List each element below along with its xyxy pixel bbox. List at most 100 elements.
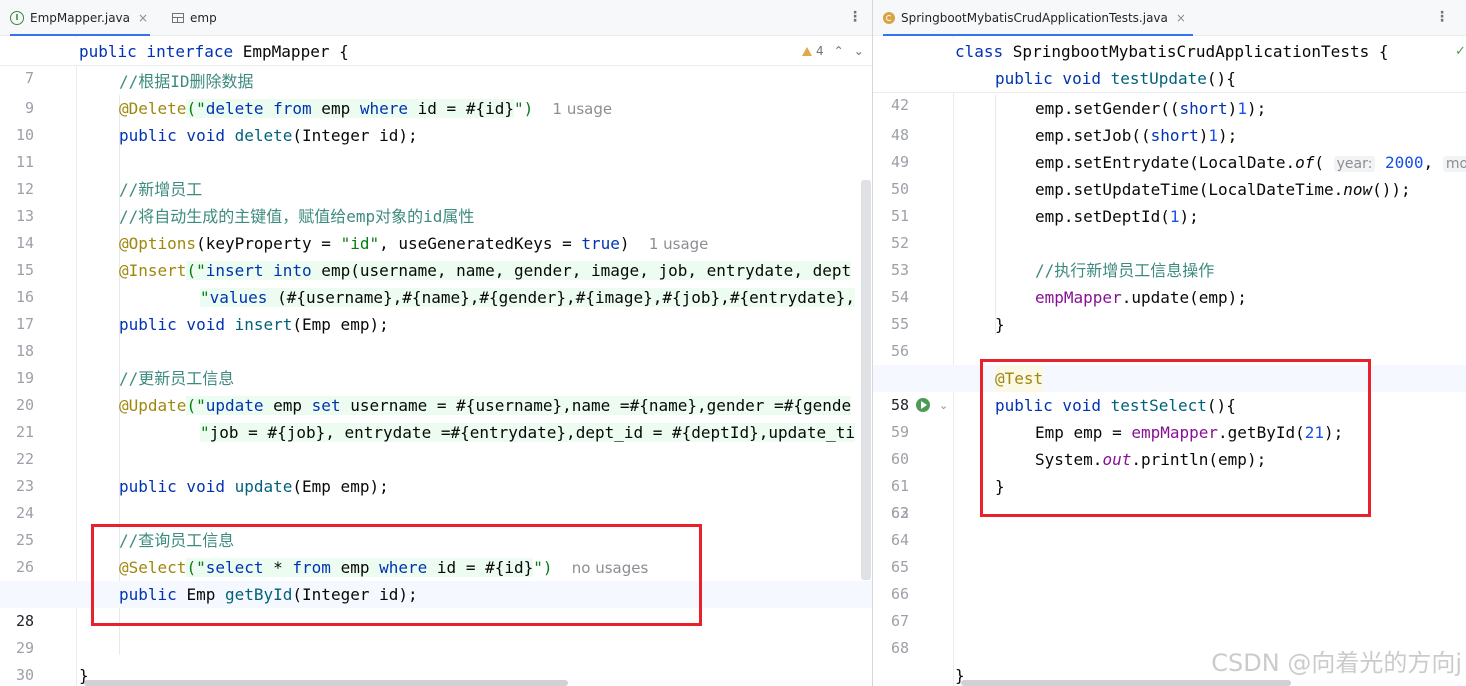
code-text: ( [1314, 153, 1324, 172]
code-line[interactable]: 16 @Insert("insert into emp(username, na… [0, 257, 872, 306]
chevron-up-icon[interactable]: ⌃ [834, 40, 844, 62]
code-text: ); [1246, 99, 1267, 118]
string: "id" [340, 234, 380, 253]
code-text: , [1423, 153, 1434, 172]
run-test-icon[interactable] [916, 398, 930, 412]
code-line[interactable]: 18 public void insert(Emp emp); [0, 311, 872, 360]
chevron-down-icon[interactable]: ⌄ [939, 392, 948, 419]
watermark: CSDN @向着光的方向j [1211, 649, 1462, 677]
line-number: 65 [890, 558, 909, 576]
tab-tests[interactable]: SpringbootMybatisCrudApplicationTests.ja… [883, 0, 1193, 36]
code-line[interactable]: 56 } [873, 311, 1466, 360]
code-text: emp.setGender(( [1035, 99, 1180, 118]
code-line[interactable]: 48 emp.setGender((short)1); [873, 95, 1466, 144]
method-name: testUpdate [1110, 69, 1207, 88]
usage-hint[interactable]: 1 usage [649, 235, 709, 253]
code-line[interactable]: 64 [873, 527, 1466, 554]
keyword: short [1179, 99, 1228, 118]
line-number: 63 [890, 504, 909, 522]
code-line[interactable]: 50 emp.setEntrydate(LocalDate.of( year: … [873, 149, 1466, 198]
keyword: true [581, 234, 620, 253]
code-line[interactable]: 9 //根据ID删除数据 [0, 68, 872, 117]
code-text: ); [1179, 207, 1199, 226]
sql-text: emp(username, name, gender, image, job, … [311, 261, 852, 280]
right-editor-pane: SpringbootMybatisCrudApplicationTests.ja… [873, 0, 1466, 686]
comment: //将自动生成的主键值，赋值给emp对象的id属性 [119, 207, 475, 226]
code-line[interactable]: 21 @Update("update emp set username = #{… [0, 392, 872, 441]
tab-emp[interactable]: emp [172, 0, 217, 35]
line-number: 64 [890, 531, 909, 549]
tab-label: emp [190, 10, 217, 25]
code-line[interactable]: 67 [873, 608, 1466, 635]
close-icon[interactable]: × [1176, 11, 1186, 25]
code-line[interactable]: 55 empMapper.update(emp); [873, 284, 1466, 333]
code-line[interactable]: 22 "job = #{job}, entrydate =#{entrydate… [0, 419, 872, 468]
code-text: (){ [1206, 69, 1236, 88]
more-options-icon[interactable]: ⋮ [1435, 0, 1449, 35]
code-line[interactable]: 24 public void update(Emp emp); [0, 473, 872, 522]
chevron-down-icon[interactable]: ⌄ [854, 40, 864, 62]
code-text: ) [1198, 126, 1209, 145]
number: 1 [1237, 99, 1247, 118]
warning-icon [802, 46, 812, 56]
code-line[interactable]: 19 [0, 338, 872, 387]
sticky-header-line[interactable]: 13 class SpringbootMybatisCrudApplicatio… [873, 38, 1466, 87]
close-icon[interactable]: × [138, 11, 148, 25]
left-tab-bar: I EmpMapper.java × emp ⋮ [0, 0, 872, 36]
code-text: ()); [1372, 180, 1411, 199]
code-line[interactable]: 49 emp.setJob((short)1); [873, 122, 1466, 171]
inspection-widget[interactable]: 4 ⌃ ⌄ [802, 40, 864, 62]
code-line[interactable]: 54 //执行新增员工信息操作 [873, 257, 1466, 306]
annotation: @Insert [119, 261, 187, 280]
method-name: insert [234, 315, 293, 334]
class-icon [883, 11, 895, 24]
sql-text: emp [311, 99, 360, 118]
code-text: (keyProperty = [196, 234, 341, 253]
code-line[interactable]: 20 //更新员工信息 [0, 365, 872, 414]
sql-text: username = #{username},name =#{name},gen… [340, 396, 852, 415]
code-line[interactable]: 65 [873, 554, 1466, 581]
code-line[interactable]: 23 [0, 446, 872, 495]
code-line[interactable]: 25 [0, 500, 872, 549]
usage-hint[interactable]: 1 usage [553, 100, 613, 118]
code-line[interactable]: 14 //将自动生成的主键值，赋值给emp对象的id属性 [0, 203, 872, 252]
code-line[interactable]: 17 "values (#{username},#{name},#{gender… [0, 284, 872, 333]
vertical-scrollbar[interactable] [861, 180, 871, 580]
code-line[interactable]: 12 [0, 149, 872, 198]
code-line[interactable]: 13 //新增员工 [0, 176, 872, 225]
string-quote: " [200, 423, 210, 442]
code-line[interactable]: 52 emp.setDeptId(1); [873, 203, 1466, 252]
string-quote: (" [186, 261, 206, 280]
code-text: emp.setDeptId( [1035, 207, 1170, 226]
method-call: now [1343, 180, 1373, 199]
code-line[interactable]: 66 [873, 581, 1466, 608]
code-line[interactable]: 30 [0, 635, 872, 684]
interface-name: EmpMapper { [242, 42, 349, 61]
sql-keyword: values [209, 288, 268, 307]
sql-keyword: update [205, 396, 264, 415]
tab-empmapper[interactable]: I EmpMapper.java × [10, 0, 150, 36]
sticky-header-line[interactable]: 42 public void testUpdate(){ [873, 65, 1466, 114]
code-line[interactable]: 15 @Options(keyProperty = "id", useGener… [0, 230, 872, 279]
horizontal-scrollbar[interactable] [961, 680, 1291, 686]
sql-text: job = #{job}, entrydate =#{entrydate},de… [209, 423, 856, 442]
code-line[interactable]: 51 emp.setUpdateTime(LocalDateTime.now()… [873, 176, 1466, 225]
string-quote: (" [186, 99, 206, 118]
more-options-icon[interactable]: ⋮ [848, 0, 862, 35]
code-text: ) [1227, 99, 1238, 118]
highlight-box-testselect [980, 359, 1371, 517]
code-line[interactable]: 11 public void delete(Integer id); [0, 122, 872, 171]
code-text: (Emp emp); [292, 477, 389, 496]
horizontal-scrollbar[interactable] [84, 680, 568, 686]
tab-label: EmpMapper.java [30, 10, 131, 25]
sticky-header-line[interactable]: 7 public interface EmpMapper { [0, 38, 872, 87]
right-tab-bar: SpringbootMybatisCrudApplicationTests.ja… [873, 0, 1466, 36]
parameter-hint: mo [1442, 156, 1466, 172]
method-name: delete [234, 126, 293, 145]
code-line[interactable]: 53 [873, 230, 1466, 279]
sql-keyword: set [311, 396, 341, 415]
code-line[interactable]: 10 @Delete("delete from emp where id = #… [0, 95, 872, 144]
comment: //更新员工信息 [119, 369, 235, 388]
sql-keyword: delete [205, 99, 264, 118]
